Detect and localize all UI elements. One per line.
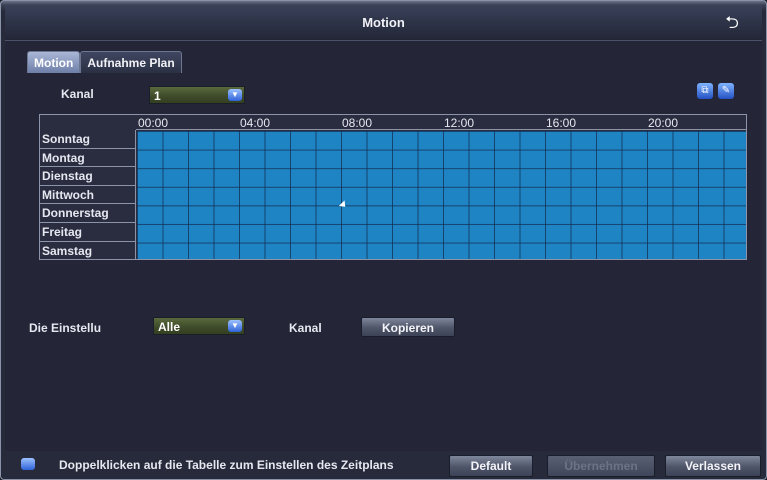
edit-schedule-icon[interactable]: ✎ <box>718 83 734 99</box>
time-header: 00:00 04:00 08:00 12:00 16:00 20:00 <box>136 115 746 130</box>
day-row-friday[interactable]: Freitag <box>40 223 135 242</box>
default-button[interactable]: Default <box>449 455 533 477</box>
dialog-body: Motion Aufnahme Plan Kanal 1 ▼ ⧉ ✎ 00:00… <box>5 41 762 451</box>
copy-button[interactable]: Kopieren <box>361 317 455 337</box>
tab-bar: Motion Aufnahme Plan <box>27 51 182 73</box>
day-row-monday[interactable]: Montag <box>40 149 135 168</box>
time-label: 16:00 <box>546 116 577 130</box>
channel-select-value: 1 <box>154 89 161 103</box>
settings-select[interactable]: Alle ▼ <box>153 317 245 335</box>
day-row-sunday[interactable]: Sonntag <box>40 130 135 149</box>
return-arrow-icon[interactable]: ⮌ <box>720 13 744 33</box>
day-row-tuesday[interactable]: Dienstag <box>40 167 135 186</box>
settings-select-value: Alle <box>158 320 181 334</box>
schedule-grid[interactable] <box>137 131 746 259</box>
footer-bar: Doppelklicken auf die Tabelle zum Einste… <box>1 451 766 479</box>
time-label: 12:00 <box>444 116 475 130</box>
tab-motion[interactable]: Motion <box>27 51 81 73</box>
copy-schedule-icon[interactable]: ⧉ <box>697 83 713 99</box>
channel-label: Kanal <box>61 87 94 101</box>
tab-aufnahme-plan[interactable]: Aufnahme Plan <box>80 51 182 73</box>
schedule-table: 00:00 04:00 08:00 12:00 16:00 20:00 Sonn… <box>39 114 747 260</box>
settings-label: Die Einstellu <box>29 321 102 335</box>
channel-select[interactable]: 1 ▼ <box>149 86 245 104</box>
apply-button[interactable]: Übernehmen <box>547 455 655 477</box>
copy-channel-label: Kanal <box>289 321 322 335</box>
hint-text: Doppelklicken auf die Tabelle zum Einste… <box>59 458 394 472</box>
time-label: 08:00 <box>342 116 373 130</box>
dialog-title: Motion <box>362 15 405 30</box>
chevron-down-icon: ▼ <box>228 89 242 101</box>
day-row-saturday[interactable]: Samstag <box>40 242 135 261</box>
time-label: 04:00 <box>240 116 271 130</box>
info-icon <box>21 458 35 470</box>
time-label: 20:00 <box>648 116 679 130</box>
title-bar: Motion ⮌ <box>5 5 762 41</box>
exit-button[interactable]: Verlassen <box>665 455 761 477</box>
day-row-wednesday[interactable]: Mittwoch <box>40 186 135 205</box>
day-column: Sonntag Montag Dienstag Mittwoch Donners… <box>40 130 136 259</box>
chevron-down-icon: ▼ <box>228 320 242 332</box>
day-row-thursday[interactable]: Donnerstag <box>40 204 135 223</box>
motion-dialog: Motion ⮌ Motion Aufnahme Plan Kanal 1 ▼ … <box>0 0 767 480</box>
time-label: 00:00 <box>138 116 169 130</box>
